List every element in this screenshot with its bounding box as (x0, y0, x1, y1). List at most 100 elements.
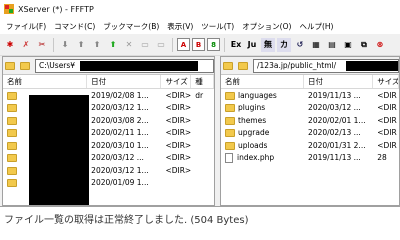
item-name: themes (238, 115, 267, 125)
window-title: XServer (*) - FFFTP (18, 4, 94, 14)
item-date: 2020/03/12 1... (91, 103, 149, 113)
folder-icon (7, 91, 17, 100)
local-path-input[interactable]: C:\Users¥ (35, 58, 214, 73)
item-date: 2020/03/12 1... (91, 165, 149, 175)
binary-mode-button[interactable]: B (192, 38, 205, 51)
parent-folder-icon[interactable] (5, 59, 18, 72)
open-folder-icon[interactable] (238, 59, 251, 72)
kana-convert-button[interactable]: カ (277, 37, 291, 52)
item-date: 2020/01/09 1... (91, 178, 149, 188)
detail-view-icon[interactable]: ▤ (325, 38, 339, 52)
title-bar: XServer (*) - FFFTP (0, 0, 400, 18)
filter-icon[interactable]: ▣ (341, 38, 355, 52)
column-size[interactable]: サイズ (161, 75, 192, 88)
mkdir-icon[interactable]: ▭ (154, 38, 168, 52)
item-size: <DIR (377, 128, 397, 138)
delete-icon[interactable]: ✕ (122, 38, 136, 52)
remote-file-panel: /123a.jp/public_html/ 名前 日付 サイズ language… (220, 56, 400, 206)
folder-icon (7, 166, 17, 175)
item-size: <DIR (377, 103, 397, 113)
redacted-names-block (29, 95, 89, 205)
item-type: dr (195, 90, 204, 100)
item-date: 2020/03/12 ... (308, 103, 361, 113)
parent-folder-icon[interactable] (223, 59, 236, 72)
toolbar-separator (224, 37, 225, 52)
redacted-block (346, 60, 398, 71)
refresh-icon[interactable]: ↺ (293, 38, 307, 52)
column-size[interactable]: サイズ (373, 75, 399, 88)
column-date[interactable]: 日付 (87, 75, 162, 88)
host-kanji-ex-button[interactable]: Ex (229, 38, 243, 52)
folder-icon (225, 129, 235, 138)
remote-path-bar: /123a.jp/public_html/ (221, 57, 399, 75)
menu-help[interactable]: ヘルプ(H) (295, 21, 337, 32)
item-name: uploads (238, 140, 268, 150)
upload-all-icon[interactable]: ⬆ (90, 38, 104, 52)
remote-path-input[interactable]: /123a.jp/public_html/ (253, 58, 399, 73)
list-item[interactable]: languages 2019/11/13 ... <DIR (221, 89, 399, 102)
no-conversion-icon[interactable]: 無 (261, 37, 275, 52)
item-size: <DIR (377, 90, 397, 100)
quick-connect-icon[interactable]: ✗ (19, 38, 33, 52)
menu-bookmark[interactable]: ブックマーク(B) (99, 21, 163, 32)
folder-icon (7, 154, 17, 163)
rename-icon[interactable]: ▭ (138, 38, 152, 52)
mirror-upload-icon[interactable]: ⬆ (106, 38, 120, 52)
item-size: <DIR (377, 140, 397, 150)
status-message: ファイル一覧の取得は正常終了しました. (504 Bytes) (4, 215, 249, 226)
redacted-block (80, 60, 198, 71)
item-size: <DIR> (165, 103, 192, 113)
menu-options[interactable]: オプション(O) (238, 21, 295, 32)
folder-icon (225, 116, 235, 125)
column-type[interactable]: 種 (191, 75, 214, 88)
list-item[interactable]: index.php 2019/11/13 ... 28 (221, 152, 399, 165)
local-path-bar: C:\Users¥ (3, 57, 214, 75)
item-size: <DIR> (165, 90, 192, 100)
list-item[interactable]: upgrade 2020/02/13 ... <DIR (221, 127, 399, 140)
file-icon (225, 152, 233, 163)
toolbar-separator (172, 37, 173, 52)
folder-icon (225, 104, 235, 113)
status-log: ファイル一覧の取得は正常終了しました. (504 Bytes) (0, 206, 400, 240)
open-folder-icon[interactable] (20, 59, 33, 72)
item-date: 2020/03/12 ... (91, 153, 144, 163)
list-item[interactable]: plugins 2020/03/12 ... <DIR (221, 102, 399, 115)
item-date: 2020/02/13 ... (308, 128, 361, 138)
item-date: 2019/11/13 ... (308, 153, 361, 163)
download-icon[interactable]: ⬇ (58, 38, 72, 52)
item-size: <DIR> (165, 128, 192, 138)
item-name: plugins (238, 103, 266, 113)
list-item[interactable]: themes 2020/02/01 1... <DIR (221, 114, 399, 127)
folder-icon (225, 141, 235, 150)
sync-icon[interactable]: ⧉ (357, 38, 371, 52)
stop-icon[interactable]: ⊗ (373, 38, 387, 52)
list-item[interactable]: uploads 2020/01/31 2... <DIR (221, 139, 399, 152)
column-date[interactable]: 日付 (304, 75, 374, 88)
upload-icon[interactable]: ⬆ (74, 38, 88, 52)
list-view-icon[interactable]: ▦ (309, 38, 323, 52)
item-date: 2020/03/08 2... (91, 115, 149, 125)
auto-mode-button[interactable]: 8 (207, 38, 220, 51)
ascii-mode-button[interactable]: A (177, 38, 190, 51)
menu-command[interactable]: コマンド(C) (50, 21, 99, 32)
item-date: 2019/11/13 ... (308, 90, 361, 100)
column-name[interactable]: 名前 (221, 75, 305, 88)
menu-tools[interactable]: ツール(T) (197, 21, 238, 32)
folder-icon (7, 141, 17, 150)
column-name[interactable]: 名前 (3, 75, 88, 88)
disconnect-icon[interactable]: ✂ (35, 38, 49, 52)
item-size: <DIR> (165, 153, 192, 163)
item-date: 2020/01/31 2... (308, 140, 366, 150)
menu-file[interactable]: ファイル(F) (2, 21, 50, 32)
local-file-panel: C:\Users¥ 名前 日付 サイズ 種 2019/02/08 1... <DI… (2, 56, 215, 206)
remote-file-list: languages 2019/11/13 ... <DIR plugins 2020/… (221, 89, 399, 164)
item-name: languages (238, 90, 277, 100)
item-name: upgrade (238, 128, 270, 138)
menu-view[interactable]: 表示(V) (163, 21, 197, 32)
folder-icon (7, 179, 17, 188)
host-kanji-jis-button[interactable]: Ju (245, 38, 259, 52)
item-size: <DIR> (165, 140, 192, 150)
connect-icon[interactable]: ✱ (3, 38, 17, 52)
toolbar-separator (53, 37, 54, 52)
item-date: 2020/02/11 1... (91, 128, 149, 138)
